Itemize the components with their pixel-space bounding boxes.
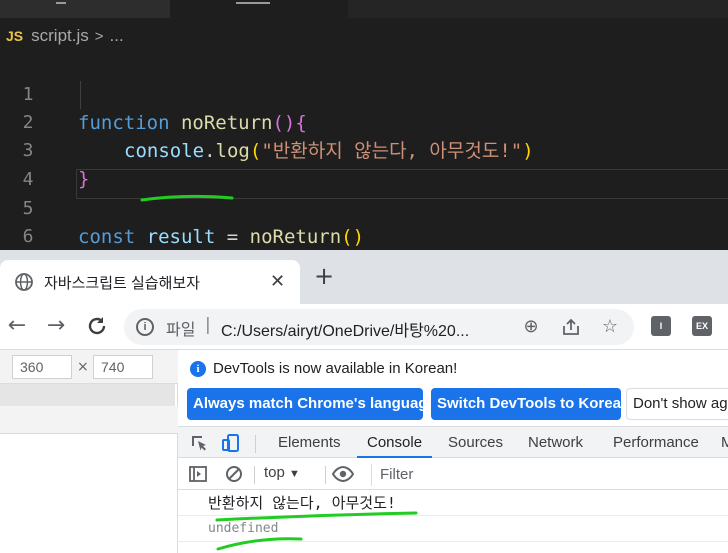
language-notice: i DevTools is now available in Korean! (178, 350, 728, 386)
code-line: 1 function noReturn(){ (0, 53, 307, 134)
scheme-label: 파일 (166, 322, 196, 339)
device-toggle-icon[interactable] (221, 433, 241, 453)
tab-performance[interactable]: Performance (613, 427, 699, 458)
browser-window: 자바스크립트 실습해보자 ✕ + ← → i 파일 | C:/Users/air… (0, 250, 728, 553)
notice-buttons: Always match Chrome's language Switch De… (178, 388, 728, 420)
dimension-separator: × (77, 359, 89, 375)
breadcrumb-file[interactable]: script.js (31, 26, 89, 46)
browser-tab[interactable]: 자바스크립트 실습해보자 ✕ (0, 260, 300, 304)
code-line: 6 console.log(result) (0, 195, 69, 247)
close-icon[interactable]: ✕ (270, 271, 285, 292)
zoom-icon[interactable]: ⊕ (521, 317, 541, 337)
keyword: function (78, 112, 170, 134)
code-line: 3 } (0, 109, 90, 190)
tab-network[interactable]: Network (528, 427, 583, 458)
devtools-panel: i DevTools is now available in Korean! A… (178, 350, 728, 553)
dont-show-button[interactable]: Don't show ag (626, 388, 728, 420)
device-width-input[interactable]: 360 (12, 355, 72, 379)
breadcrumb-ellipsis[interactable]: ... (110, 26, 124, 46)
notice-text: DevTools is now available in Korean! (213, 360, 458, 377)
paren: ( (249, 140, 262, 162)
object-name: console (124, 140, 205, 162)
tab-sources[interactable]: Sources (448, 427, 503, 458)
dropdown-arrow-icon: ▼ (289, 468, 300, 480)
current-line-highlight (76, 169, 728, 199)
tab-title: 자바스크립트 실습해보자 (44, 275, 200, 292)
parens: () (272, 112, 296, 134)
divider (255, 435, 256, 453)
operator: = (215, 226, 250, 248)
switch-korean-button[interactable]: Switch DevTools to Korean (431, 388, 630, 420)
viewport-area (0, 406, 178, 434)
editor-tab-inactive[interactable] (0, 0, 170, 18)
tab-more[interactable]: M (721, 427, 728, 458)
device-toolbar: 360 × 740 (0, 350, 178, 384)
indent-guide (80, 81, 81, 109)
divider (325, 466, 326, 484)
code-line: 4 (0, 138, 69, 190)
console-message: 반환하지 않는다, 아무것도! (178, 490, 728, 516)
scheme-separator: | (205, 315, 211, 335)
parens: () (341, 226, 365, 248)
function-name: noReturn (180, 112, 273, 134)
code-line: 2 console.log("반환하지 않는다, 아무것도!") (0, 81, 534, 162)
string-literal: "반환하지 않는다, 아무것도!" (261, 140, 523, 162)
viewport-ruler (0, 384, 175, 406)
new-tab-button[interactable]: + (314, 264, 334, 288)
breadcrumb: JS script.js > ... (6, 24, 124, 48)
page-viewport: 360 × 740 (0, 350, 178, 553)
editor-tab-active[interactable] (170, 0, 348, 18)
browser-titlebar: 자바스크립트 실습해보자 ✕ + (0, 250, 728, 304)
extension-ex-icon[interactable]: EX (692, 316, 712, 336)
context-value: top (264, 464, 285, 481)
tab-elements[interactable]: Elements (278, 427, 341, 458)
function-name: noReturn (249, 226, 342, 248)
reload-icon[interactable] (85, 314, 109, 338)
sidebar-toggle-icon[interactable] (188, 464, 208, 484)
tab-console[interactable]: Console (357, 427, 433, 458)
console-return-value: undefined (178, 516, 728, 542)
browser-toolbar: ← → i 파일 | C:/Users/airyt/OneDrive/바탕%20… (0, 304, 728, 350)
variable-name: result (146, 226, 216, 248)
devtools-tabs: Elements Console Sources Network Perform… (178, 426, 728, 458)
info-icon: i (190, 361, 206, 377)
keyword: const (78, 226, 136, 248)
dot: . (204, 140, 216, 162)
back-arrow-icon[interactable]: ← (5, 314, 29, 338)
tab-mark (56, 0, 66, 4)
forward-arrow-icon[interactable]: → (44, 314, 68, 338)
method-name: log (215, 140, 250, 162)
code-line: 7 (0, 223, 69, 250)
context-selector[interactable]: top ▼ (264, 464, 300, 481)
brace: } (78, 168, 90, 190)
divider (254, 466, 255, 484)
address-bar[interactable]: i 파일 | C:/Users/airyt/OneDrive/바탕%20... … (124, 309, 634, 345)
url-text[interactable]: C:/Users/airyt/OneDrive/바탕%20... (221, 317, 469, 341)
javascript-file-icon: JS (6, 28, 24, 44)
clear-console-icon[interactable] (224, 464, 244, 484)
console-toolbar: top ▼ Filter (178, 458, 728, 490)
eye-icon[interactable] (331, 464, 355, 484)
chevron-right-icon: > (94, 27, 104, 45)
match-language-button[interactable]: Always match Chrome's language (187, 388, 436, 420)
tab-mark (236, 0, 270, 4)
bookmark-star-icon[interactable]: ☆ (600, 317, 620, 337)
code-editor[interactable]: JS script.js > ... 1 function noReturn()… (0, 0, 728, 250)
brace: { (295, 112, 307, 134)
filter-input[interactable]: Filter (371, 464, 728, 486)
code-line: 5 const result = noReturn() (0, 167, 364, 248)
extension-icon[interactable]: I (651, 316, 671, 336)
info-icon[interactable]: i (136, 318, 154, 336)
device-height-input[interactable]: 740 (93, 355, 153, 379)
paren: ) (522, 140, 534, 162)
globe-icon (15, 273, 33, 291)
editor-tab-strip (0, 0, 728, 18)
share-icon[interactable] (561, 317, 581, 337)
inspect-element-icon[interactable] (189, 433, 209, 453)
